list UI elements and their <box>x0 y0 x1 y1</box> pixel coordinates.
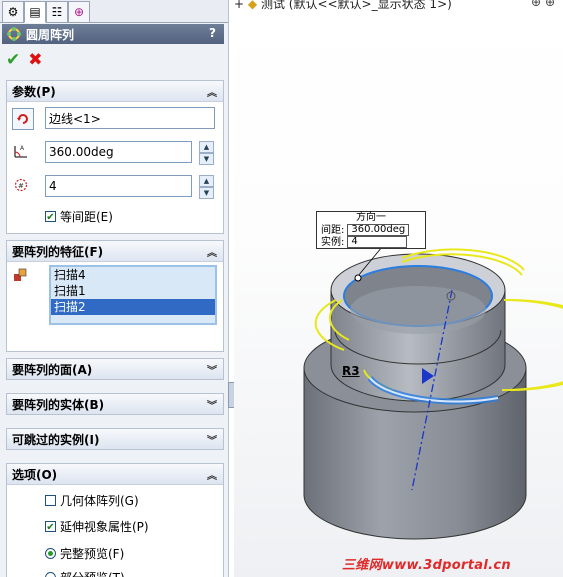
list-item[interactable]: 扫描1 <box>51 283 215 299</box>
angle-field[interactable]: 360.00deg <box>45 141 192 163</box>
geometry-pattern-label: 几何体阵列(G) <box>60 494 139 508</box>
crosshair-icon: ⊕ <box>73 5 85 19</box>
partial-preview-label: 部分预览(T) <box>60 569 125 577</box>
callout-instances-value[interactable]: 4 <box>347 236 408 248</box>
expand-down-icon[interactable]: ︾ <box>207 397 217 412</box>
panel-title: 圆周阵列 <box>26 27 75 42</box>
configuration-manager-tab[interactable]: ☷ <box>46 1 68 23</box>
help-button[interactable]: ? <box>209 26 216 40</box>
skipped-title: 可跳过的实例(I) <box>12 432 100 447</box>
equal-spacing-checkbox[interactable]: ✔ <box>45 211 56 223</box>
graphics-viewport[interactable]: + ◆ 测试 (默认<<默认>_显示状态 1>) ⊕ ⊕ 方向一 间距: 360… <box>234 0 563 577</box>
collapse-up-icon[interactable]: ︽ <box>207 84 217 99</box>
geometry-pattern-option[interactable]: 几何体阵列(G) <box>45 492 139 509</box>
parameters-group: 参数(P) ︽ 边线<1> A 360.00deg ▲ ▼ # 4 ▲ ▼ ✔ 等间… <box>6 80 224 234</box>
propagate-visual-option[interactable]: ✔ 延伸视象属性(P) <box>45 518 149 535</box>
ok-button[interactable]: ✔ <box>6 51 20 69</box>
svg-text:#: # <box>18 182 24 190</box>
callout-anchor <box>354 274 362 282</box>
spin-down-icon[interactable]: ▼ <box>199 187 214 199</box>
reverse-direction-button[interactable] <box>12 108 34 130</box>
expand-down-icon[interactable]: ︾ <box>207 432 217 447</box>
dimxpert-tab[interactable]: ⊕ <box>68 1 90 23</box>
bodies-to-pattern-group: 要阵列的实体(B) ︾ <box>6 393 224 415</box>
ring-inner-floor <box>350 286 486 334</box>
feature-tree-icon: ⚙ <box>7 5 19 19</box>
skipped-header[interactable]: 可跳过的实例(I) ︾ <box>7 429 223 449</box>
ok-cancel-row: ✔ ✖ <box>6 50 43 70</box>
propagate-visual-label: 延伸视象属性(P) <box>60 520 149 534</box>
geometry-pattern-checkbox[interactable] <box>45 495 56 506</box>
spin-up-icon[interactable]: ▲ <box>199 141 214 153</box>
equal-spacing-label: 等间距(E) <box>60 210 113 224</box>
configuration-icon: ☷ <box>51 5 63 19</box>
circular-pattern-icon <box>6 26 22 42</box>
manager-tabs: ⚙ ▤ ☷ ⊕ <box>0 0 228 23</box>
list-item-selected[interactable]: 扫描2 <box>51 299 215 315</box>
options-header[interactable]: 选项(O) ︽ <box>7 464 223 485</box>
direction-callout[interactable]: 方向一 间距: 360.00deg 实例: 4 <box>316 211 426 249</box>
faces-to-pattern-group: 要阵列的面(A) ︾ <box>6 358 224 380</box>
expand-down-icon[interactable]: ︾ <box>207 362 217 377</box>
features-to-pattern-group: 要阵列的特征(F) ︽ 扫描4 扫描1 扫描2 <box>6 240 224 352</box>
full-preview-option[interactable]: 完整预览(F) <box>45 545 124 562</box>
radius-dimension[interactable]: R3 <box>342 364 360 378</box>
spin-down-icon[interactable]: ▼ <box>199 153 214 165</box>
property-manager-tab[interactable]: ▤ <box>24 1 46 23</box>
feature-manager-tab[interactable]: ⚙ <box>2 1 24 23</box>
collapse-up-icon[interactable]: ︽ <box>207 467 217 482</box>
spin-up-icon[interactable]: ▲ <box>199 175 214 187</box>
collapse-up-icon[interactable]: ︽ <box>207 244 217 259</box>
features-icon <box>11 265 31 285</box>
full-preview-label: 完整预览(F) <box>60 547 125 561</box>
angle-icon: A <box>11 141 31 161</box>
faces-header[interactable]: 要阵列的面(A) ︾ <box>7 359 223 379</box>
model-canvas <box>303 246 563 540</box>
watermark: 三维网www.3dportal.cn <box>342 558 511 573</box>
svg-text:A: A <box>20 145 25 152</box>
cancel-button[interactable]: ✖ <box>28 51 42 69</box>
instances-field[interactable]: 4 <box>45 175 192 197</box>
reverse-direction-icon <box>17 114 28 124</box>
instances-icon: # <box>11 175 31 195</box>
property-icon: ▤ <box>29 5 41 19</box>
features-title: 要阵列的特征(F) <box>12 244 104 259</box>
callout-spacing-row: 间距: 360.00deg <box>317 224 425 236</box>
partial-preview-radio[interactable] <box>45 572 56 577</box>
faces-title: 要阵列的面(A) <box>12 362 93 377</box>
partial-preview-option[interactable]: 部分预览(T) <box>45 569 125 577</box>
instances-spinner[interactable]: ▲ ▼ <box>199 175 214 199</box>
panel-title-bar: 圆周阵列 ? <box>2 24 224 44</box>
bodies-header[interactable]: 要阵列的实体(B) ︾ <box>7 394 223 414</box>
callout-instances-label: 实例: <box>321 236 345 248</box>
parameters-title: 参数(P) <box>12 84 56 99</box>
options-group: 选项(O) ︽ 几何体阵列(G) ✔ 延伸视象属性(P) 完整预览(F) 部分预… <box>6 463 224 577</box>
full-preview-radio[interactable] <box>45 548 56 559</box>
options-title: 选项(O) <box>12 467 58 482</box>
angle-spinner[interactable]: ▲ ▼ <box>199 141 214 165</box>
callout-instances-row: 实例: 4 <box>317 236 425 248</box>
parameters-header[interactable]: 参数(P) ︽ <box>7 81 223 102</box>
propagate-visual-checkbox[interactable]: ✔ <box>45 521 56 533</box>
list-item[interactable]: 扫描4 <box>51 267 215 283</box>
callout-spacing-label: 间距: <box>321 224 345 236</box>
equal-spacing-option[interactable]: ✔ 等间距(E) <box>45 208 113 225</box>
features-header[interactable]: 要阵列的特征(F) ︽ <box>7 241 223 262</box>
property-manager-panel: ⚙ ▤ ☷ ⊕ 圆周阵列 ? ✔ ✖ 参数(P) ︽ 边线<1> A 360.0… <box>0 0 229 577</box>
bodies-title: 要阵列的实体(B) <box>12 397 105 412</box>
features-listbox[interactable]: 扫描4 扫描1 扫描2 <box>49 265 217 325</box>
skipped-instances-group: 可跳过的实例(I) ︾ <box>6 428 224 450</box>
pattern-axis-field[interactable]: 边线<1> <box>45 107 215 129</box>
callout-header: 方向一 <box>356 212 386 223</box>
callout-spacing-value[interactable]: 360.00deg <box>347 224 410 236</box>
